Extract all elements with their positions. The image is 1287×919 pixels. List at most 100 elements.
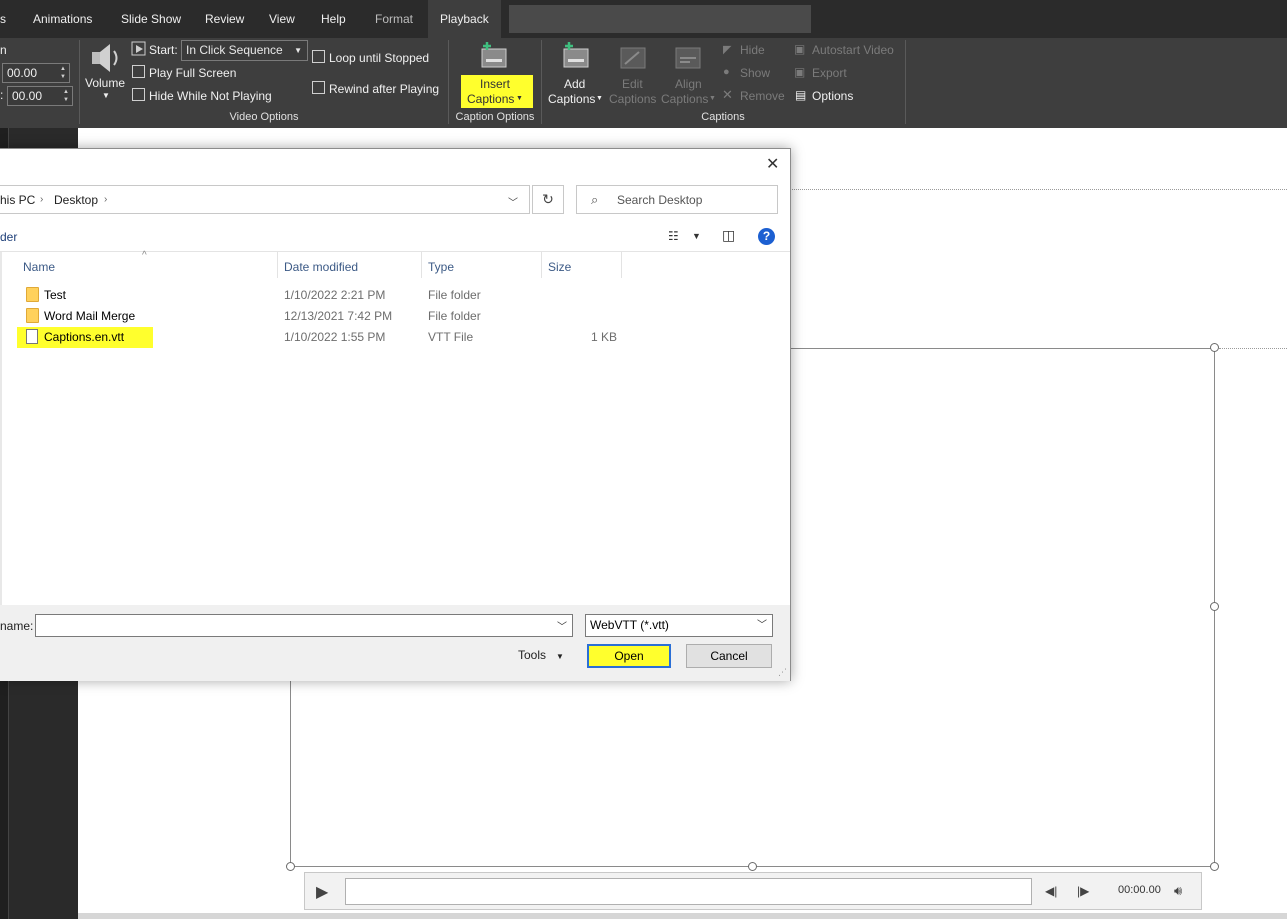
- tab-animations[interactable]: Animations: [33, 0, 92, 38]
- hide-button[interactable]: Hide: [740, 43, 765, 57]
- hide-while-not-playing-checkbox[interactable]: [132, 88, 145, 101]
- file-type: File folder: [428, 309, 481, 323]
- show-icon: ●: [723, 66, 730, 78]
- autostart-video-icon: ▣: [794, 42, 806, 56]
- rewind-after-playing-checkbox[interactable]: [312, 81, 325, 94]
- column-header-date[interactable]: Date modified: [284, 260, 358, 274]
- file-name: Captions.en.vtt: [44, 330, 125, 344]
- align-captions-line2: Captions: [661, 92, 709, 106]
- column-header-size[interactable]: Size: [548, 260, 571, 274]
- chevron-down-icon: ▼: [516, 95, 523, 102]
- resize-handle[interactable]: [1210, 343, 1219, 352]
- fade-in-spinner[interactable]: 00.00 ▲ ▼: [2, 63, 70, 83]
- start-dropdown[interactable]: In Click Sequence ▼: [181, 40, 308, 61]
- video-options-group-label: Video Options: [229, 111, 299, 123]
- tab-playback[interactable]: Playback: [428, 0, 501, 38]
- resize-handle[interactable]: [1210, 862, 1219, 871]
- sort-caret-icon: ^: [142, 250, 147, 261]
- tools-button[interactable]: Tools ▼: [518, 648, 564, 662]
- speaker-icon: [92, 44, 118, 72]
- media-player-bar: ▶ ◀| |▶ 00:00.00 🔊︎: [304, 872, 1202, 910]
- fade-out-spinner[interactable]: 00.00 ▲ ▼: [7, 86, 73, 106]
- play-full-screen-label: Play Full Screen: [149, 66, 237, 80]
- file-row-captions-vtt[interactable]: Captions.en.vtt 1/10/2022 1:55 PM VTT Fi…: [0, 327, 790, 348]
- address-bar[interactable]: his PC › Desktop › ﹀: [0, 185, 530, 214]
- fade-in-label: n: [0, 43, 7, 57]
- chevron-down-icon[interactable]: ﹀: [508, 194, 518, 209]
- edit-captions-icon: [620, 47, 646, 69]
- breadcrumb-this-pc[interactable]: his PC: [0, 193, 35, 207]
- open-button[interactable]: Open: [587, 644, 671, 668]
- refresh-button[interactable]: ↻: [532, 185, 564, 214]
- start-label: Start:: [149, 43, 178, 57]
- remove-button[interactable]: Remove: [740, 89, 785, 103]
- folder-icon: [26, 287, 39, 302]
- insert-captions-line1: Insert: [480, 77, 511, 91]
- chevron-down-icon[interactable]: ﹀: [557, 618, 567, 633]
- file-row-test[interactable]: Test 1/10/2022 2:21 PM File folder: [0, 285, 790, 306]
- close-icon[interactable]: ✕: [766, 154, 779, 174]
- autostart-video-button[interactable]: Autostart Video: [812, 43, 894, 57]
- file-name: Word Mail Merge: [44, 309, 136, 323]
- resize-handle[interactable]: [286, 862, 295, 871]
- tab-format[interactable]: Format: [375, 0, 413, 38]
- show-button[interactable]: Show: [740, 66, 770, 80]
- play-full-screen-checkbox[interactable]: [132, 65, 145, 78]
- file-row-word-mail-merge[interactable]: Word Mail Merge 12/13/2021 7:42 PM File …: [0, 306, 790, 327]
- rewind-after-playing-label: Rewind after Playing: [329, 82, 440, 96]
- file-name: Test: [44, 288, 67, 302]
- chevron-down-icon[interactable]: ▼: [692, 231, 701, 241]
- column-header-type[interactable]: Type: [428, 260, 454, 274]
- export-button[interactable]: Export: [812, 66, 847, 80]
- chevron-right-icon: ›: [40, 194, 44, 205]
- options-icon: ▤: [795, 88, 807, 102]
- align-captions-icon: [675, 47, 701, 69]
- play-icon[interactable]: ▶: [316, 882, 328, 902]
- new-folder-button[interactable]: der: [0, 230, 17, 244]
- tell-me-search-box[interactable]: [509, 5, 811, 33]
- tab-slide-show[interactable]: Slide Show: [121, 0, 181, 38]
- hide-while-not-playing-label: Hide While Not Playing: [149, 89, 272, 103]
- volume-icon[interactable]: 🔊︎: [1174, 883, 1182, 899]
- search-input[interactable]: ⌕ Search Desktop: [576, 185, 778, 214]
- remove-icon: ✕: [722, 87, 733, 102]
- dialog-footer: name: ﹀ WebVTT (*.vtt) ﹀ Tools ▼ Open Ca…: [0, 605, 790, 681]
- fade-out-label: :: [0, 88, 4, 102]
- file-date: 12/13/2021 7:42 PM: [284, 309, 393, 323]
- add-captions-line2: Captions: [548, 92, 596, 106]
- chevron-down-icon: ▼: [102, 91, 110, 100]
- file-type-select[interactable]: WebVTT (*.vtt) ﹀: [585, 614, 773, 637]
- view-options-icon[interactable]: ☷: [668, 229, 679, 243]
- file-date: 1/10/2022 1:55 PM: [284, 330, 386, 344]
- step-back-icon[interactable]: ◀|: [1045, 884, 1057, 898]
- tab-review[interactable]: Review: [205, 0, 244, 38]
- step-forward-icon[interactable]: |▶: [1077, 884, 1089, 898]
- resize-grip-icon[interactable]: ⋰: [778, 667, 787, 678]
- file-type: File folder: [428, 288, 481, 302]
- tab-view[interactable]: View: [269, 0, 295, 38]
- column-header-name[interactable]: Name: [23, 260, 55, 274]
- command-bar: der ☷ ▼ ◫ ?: [0, 223, 790, 251]
- tab-help[interactable]: Help: [321, 0, 346, 38]
- options-button[interactable]: Options: [812, 89, 853, 103]
- refresh-icon: ↻: [542, 191, 554, 207]
- edit-captions-line1: Edit: [622, 77, 643, 91]
- file-name-input[interactable]: ﹀: [35, 614, 573, 637]
- breadcrumb-desktop[interactable]: Desktop: [54, 193, 98, 207]
- media-seek-bar[interactable]: [345, 878, 1032, 905]
- chevron-right-icon: ›: [104, 194, 108, 205]
- help-icon[interactable]: ?: [758, 228, 775, 245]
- preview-pane-icon[interactable]: ◫: [722, 227, 735, 244]
- start-icon: [131, 41, 146, 56]
- search-placeholder: Search Desktop: [617, 193, 703, 207]
- resize-handle[interactable]: [1210, 602, 1219, 611]
- file-size: 1 KB: [591, 330, 618, 344]
- cancel-button[interactable]: Cancel: [686, 644, 772, 668]
- add-captions-icon: [563, 42, 589, 68]
- file-date: 1/10/2022 2:21 PM: [284, 288, 386, 302]
- file-icon: [26, 329, 38, 344]
- loop-until-stopped-checkbox[interactable]: [312, 50, 325, 63]
- file-type: VTT File: [428, 330, 474, 344]
- tab-design[interactable]: s: [0, 0, 6, 38]
- resize-handle[interactable]: [748, 862, 757, 871]
